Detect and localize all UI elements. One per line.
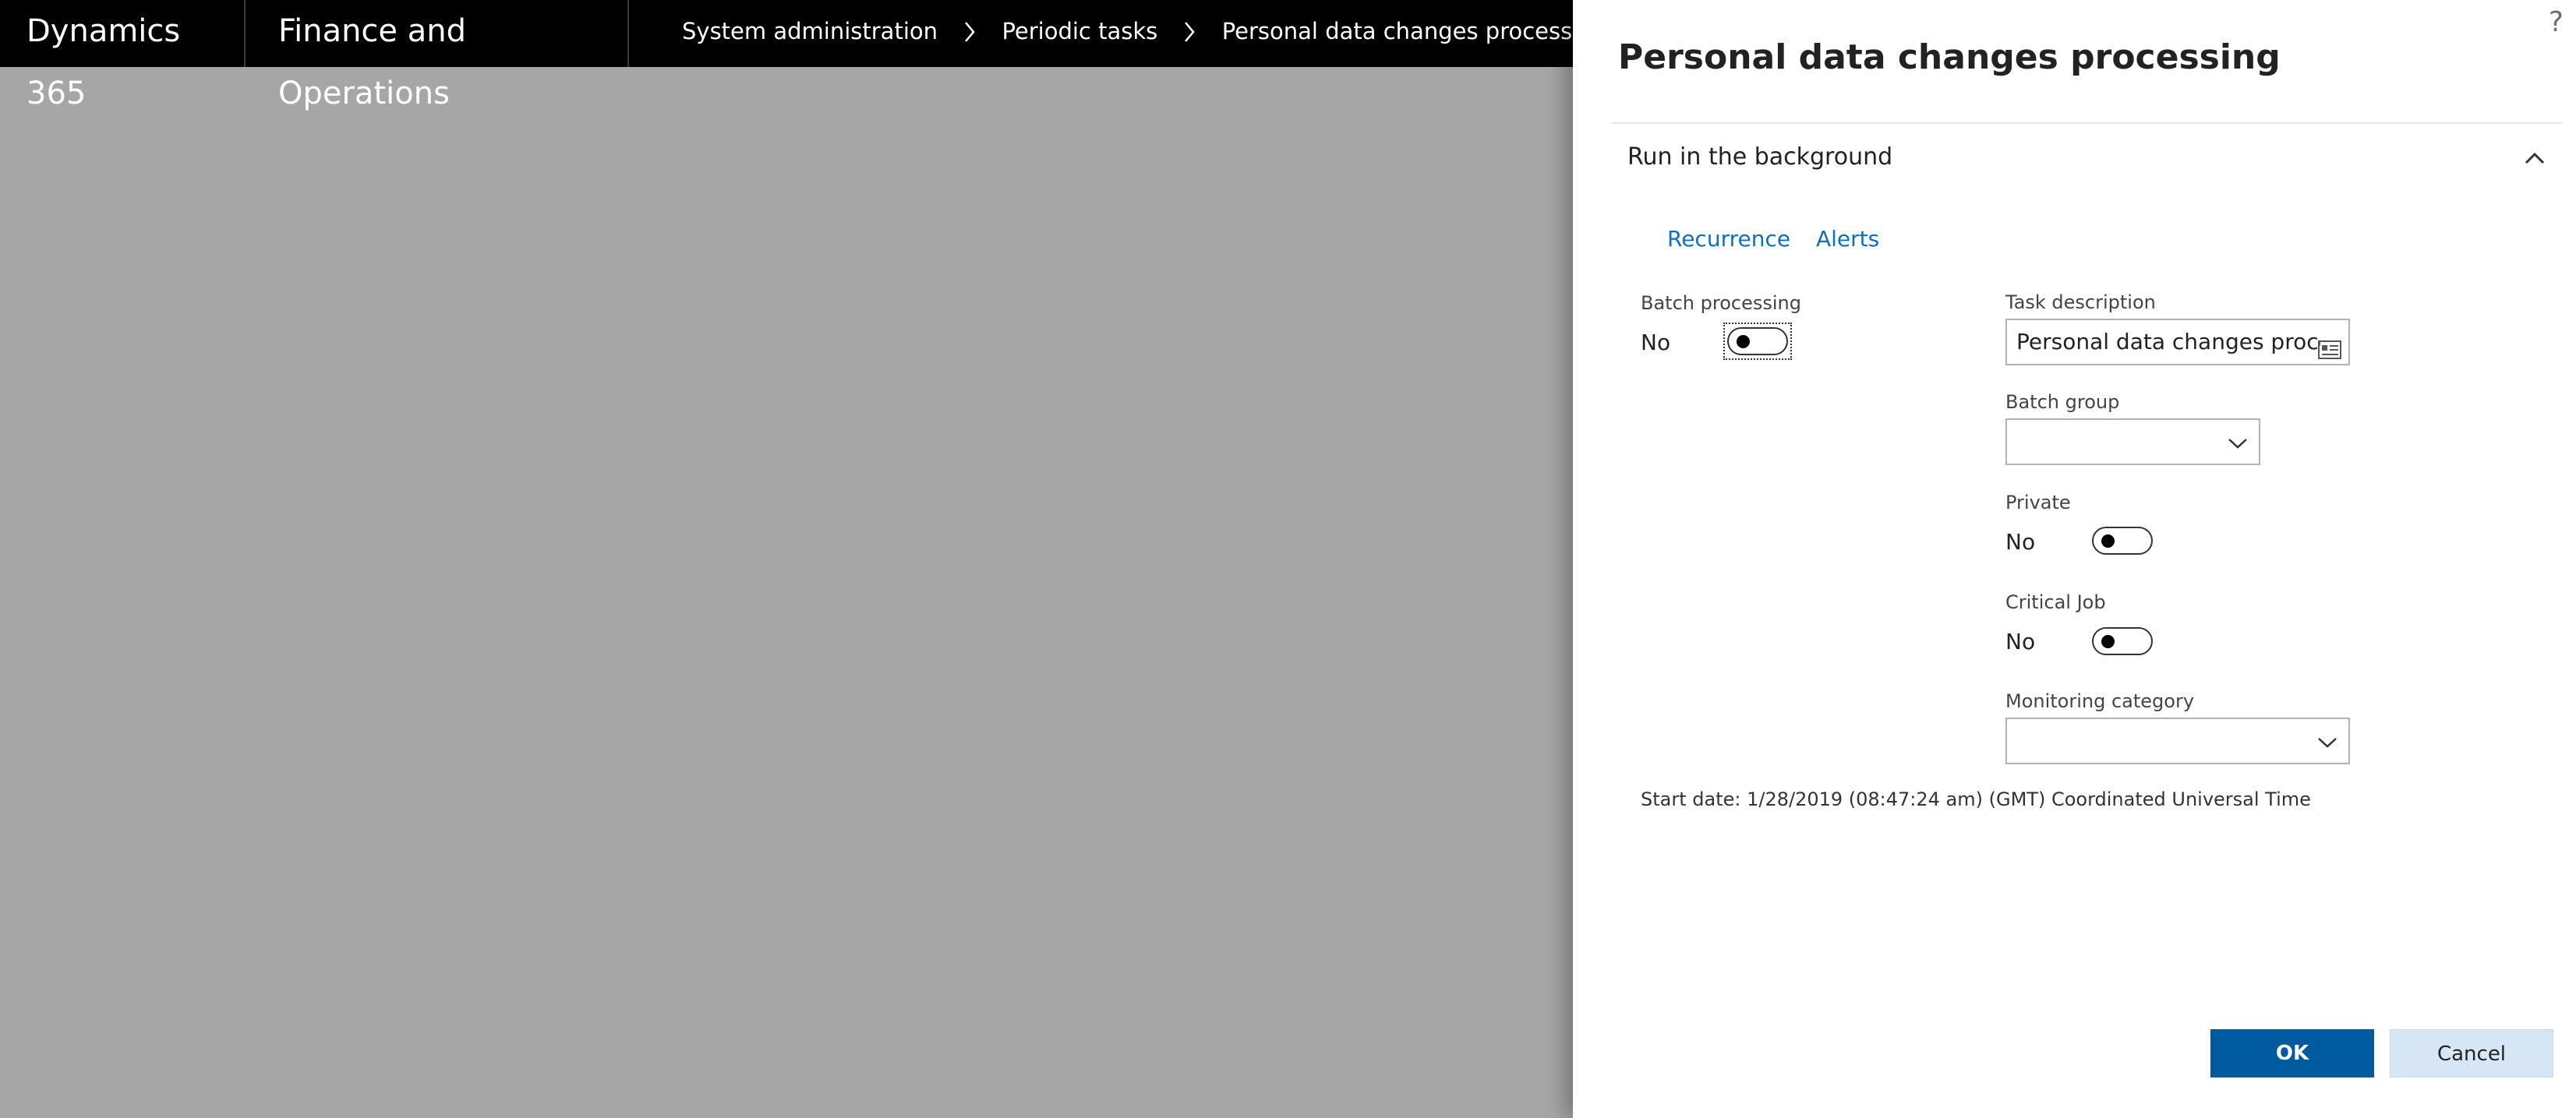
- ok-button[interactable]: OK: [2210, 1029, 2374, 1077]
- task-description-label: Task description: [2005, 291, 2156, 313]
- dialog-title: Personal data changes processing: [1618, 37, 2281, 77]
- task-description-input[interactable]: Personal data changes processing: [2005, 319, 2350, 365]
- alerts-link[interactable]: Alerts: [1816, 226, 1879, 252]
- chevron-down-icon[interactable]: [2228, 437, 2248, 453]
- task-description-value: Personal data changes processing: [2016, 329, 2320, 354]
- chevron-up-icon[interactable]: [2524, 151, 2546, 168]
- batch-group-select[interactable]: [2005, 418, 2260, 465]
- modal-overlay: [0, 67, 1573, 1118]
- toggle-knob: [1737, 335, 1750, 348]
- breadcrumb-item-periodic-tasks[interactable]: Periodic tasks: [1002, 0, 1157, 62]
- section-title: Run in the background: [1627, 143, 1893, 171]
- cancel-button[interactable]: Cancel: [2390, 1029, 2553, 1077]
- chevron-right-icon: [962, 0, 977, 62]
- batch-processing-toggle[interactable]: [1727, 327, 1788, 355]
- chevron-down-icon[interactable]: [2317, 736, 2337, 752]
- breadcrumb-item-system-administration[interactable]: System administration: [682, 0, 938, 62]
- batch-processing-value: No: [1641, 330, 1671, 355]
- monitoring-category-label: Monitoring category: [2005, 690, 2195, 712]
- recurrence-link[interactable]: Recurrence: [1667, 226, 1790, 252]
- app-name[interactable]: Finance and Operations: [246, 0, 606, 111]
- nav-divider: [627, 0, 629, 67]
- product-name[interactable]: Dynamics 365: [0, 0, 243, 111]
- private-label: Private: [2005, 492, 2071, 513]
- batch-processing-label: Batch processing: [1641, 292, 1801, 314]
- monitoring-category-select[interactable]: [2005, 718, 2350, 764]
- batch-group-label: Batch group: [2005, 391, 2120, 413]
- section-header-run-in-background[interactable]: Run in the background: [1612, 125, 2563, 195]
- critical-job-value: No: [2005, 629, 2036, 654]
- batch-dialog: ? Personal data changes processing Run i…: [1573, 0, 2576, 1118]
- breadcrumb-item-current[interactable]: Personal data changes processing: [1222, 0, 1607, 62]
- start-date-text: Start date: 1/28/2019 (08:47:24 am) (GMT…: [1641, 788, 2311, 810]
- critical-job-toggle[interactable]: [2092, 627, 2153, 655]
- divider: [1612, 122, 2563, 124]
- critical-job-label: Critical Job: [2005, 591, 2106, 613]
- chevron-right-icon: [1182, 0, 1197, 62]
- top-nav-bar: Dynamics 365 Finance and Operations Syst…: [0, 0, 1607, 111]
- toggle-knob: [2101, 635, 2115, 648]
- private-value: No: [2005, 529, 2036, 555]
- breadcrumb: System administration Periodic tasks Per…: [682, 0, 1607, 67]
- toggle-knob: [2101, 534, 2115, 548]
- lookup-icon[interactable]: [2317, 331, 2342, 364]
- help-icon[interactable]: ?: [2549, 6, 2564, 38]
- private-toggle[interactable]: [2092, 527, 2153, 555]
